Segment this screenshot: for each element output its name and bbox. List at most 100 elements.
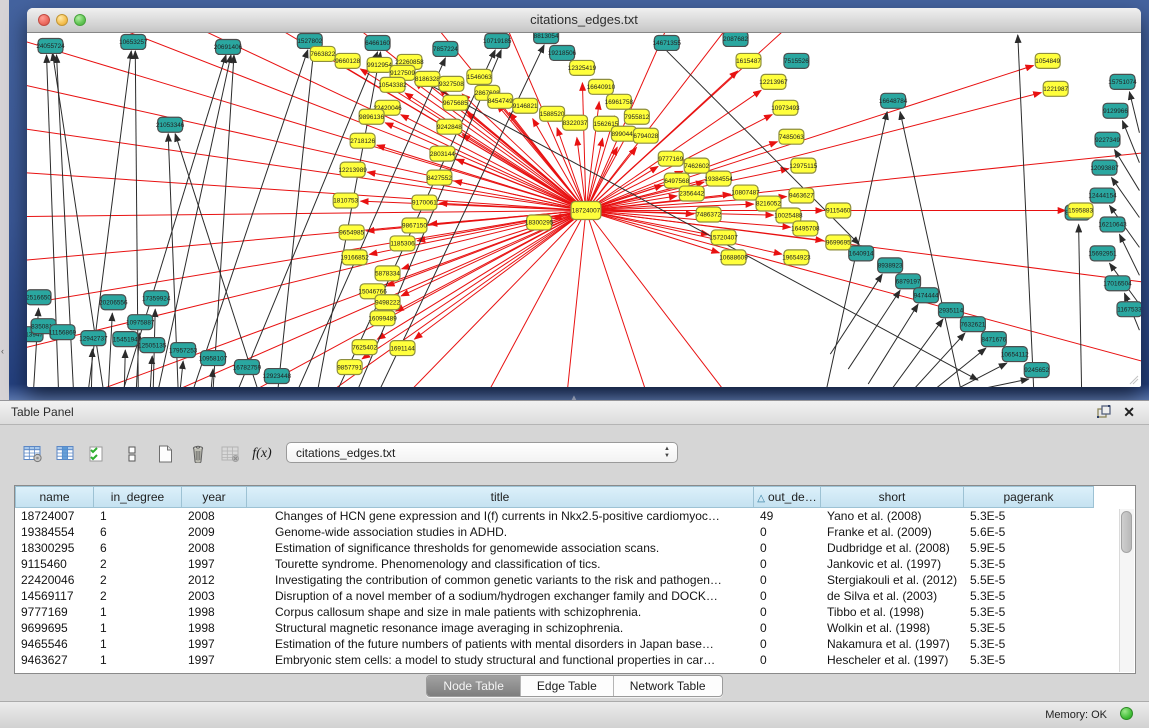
column-header-name[interactable]: name: [15, 486, 94, 508]
network-node[interactable]: 9245652: [1024, 363, 1049, 378]
window-titlebar[interactable]: citations_edges.txt: [27, 8, 1141, 33]
table-cell[interactable]: 0: [754, 604, 821, 620]
table-row[interactable]: 946362711997Embryonic stem cells: a mode…: [15, 652, 1135, 668]
network-node[interactable]: 19166852: [340, 250, 369, 265]
network-node[interactable]: 2718126: [350, 133, 375, 148]
network-node[interactable]: 18300295: [525, 215, 554, 230]
table-selector-dropdown[interactable]: citations_edges.txt ▲▼: [286, 442, 678, 463]
network-node[interactable]: 1615487: [736, 53, 761, 68]
table-cell[interactable]: 18724007: [15, 508, 94, 524]
table-vertical-scrollbar[interactable]: [1119, 509, 1134, 672]
network-node[interactable]: 2803144: [430, 146, 455, 161]
network-node[interactable]: 12444154: [1088, 188, 1117, 203]
table-cell[interactable]: 22420046: [15, 572, 94, 588]
delete-table-icon[interactable]: [218, 442, 244, 466]
network-node[interactable]: 19384554: [704, 171, 733, 186]
network-node[interactable]: 9146821: [513, 98, 538, 113]
table-cell[interactable]: 0: [754, 572, 821, 588]
scrollbar-thumb[interactable]: [1121, 511, 1132, 553]
network-node[interactable]: 17016504: [1103, 276, 1132, 291]
table-cell[interactable]: 2009: [182, 524, 247, 540]
network-node[interactable]: 8938923: [878, 258, 903, 273]
rows-icon[interactable]: [119, 442, 145, 466]
network-node[interactable]: 9115460: [826, 203, 851, 218]
network-node[interactable]: 6794028: [633, 128, 658, 143]
network-node[interactable]: 12325419: [568, 60, 597, 75]
network-node[interactable]: 16210643: [1098, 217, 1127, 232]
network-node[interactable]: 2935114: [938, 303, 963, 318]
row-selection-icon[interactable]: [86, 442, 112, 466]
window-resize-grip[interactable]: [1129, 375, 1139, 385]
tab-edge-table[interactable]: Edge Table: [520, 676, 613, 696]
network-node[interactable]: 15751074: [1108, 74, 1137, 89]
table-row[interactable]: 1938455462009Genome-wide association stu…: [15, 524, 1135, 540]
network-node[interactable]: 12213967: [759, 74, 788, 89]
network-node[interactable]: 1545194: [113, 332, 138, 347]
network-node[interactable]: 12093887: [1090, 160, 1119, 175]
network-node[interactable]: 9242848: [437, 119, 462, 134]
network-node[interactable]: 8186328: [415, 71, 440, 86]
network-node[interactable]: 8813054: [534, 33, 559, 43]
table-cell[interactable]: 1998: [182, 604, 247, 620]
table-cell[interactable]: Estimation of significance thresholds fo…: [247, 540, 754, 556]
table-cell[interactable]: 1997: [182, 652, 247, 668]
table-cell[interactable]: 1: [94, 508, 182, 524]
network-node[interactable]: 7486372: [696, 207, 721, 222]
network-node[interactable]: 12942737: [79, 331, 108, 346]
table-cell[interactable]: 6: [94, 524, 182, 540]
table-cell[interactable]: 2008: [182, 540, 247, 556]
network-node[interactable]: 8471676: [981, 332, 1006, 347]
table-cell[interactable]: 49: [754, 508, 821, 524]
network-node[interactable]: 9896136: [359, 109, 384, 124]
network-node[interactable]: 8454749: [488, 93, 513, 108]
table-row[interactable]: 911546021997Tourette syndrome. Phenomeno…: [15, 556, 1135, 572]
table-cell[interactable]: 0: [754, 588, 821, 604]
network-node[interactable]: 16648784: [879, 93, 908, 108]
network-node[interactable]: 9699695: [826, 235, 851, 250]
network-node[interactable]: 1167533: [1117, 302, 1141, 317]
network-node[interactable]: 16495708: [791, 221, 820, 236]
table-cell[interactable]: 19384554: [15, 524, 94, 540]
column-header-title[interactable]: title: [247, 486, 754, 508]
network-node[interactable]: 1640914: [849, 246, 874, 261]
table-cell[interactable]: 5.3E-5: [964, 620, 1094, 636]
network-node[interactable]: 16961758: [605, 94, 634, 109]
network-canvas[interactable]: 2405572410653257206914061527802646616078…: [27, 33, 1141, 387]
table-cell[interactable]: Tourette syndrome. Phenomenology and cla…: [247, 556, 754, 572]
network-node[interactable]: 18724007: [571, 202, 601, 220]
network-node[interactable]: 2516650: [27, 290, 51, 305]
network-node[interactable]: 2356442: [679, 186, 704, 201]
network-node[interactable]: 10973493: [771, 100, 800, 115]
table-row[interactable]: 1456911722003Disruption of a novel membe…: [15, 588, 1135, 604]
table-cell[interactable]: 0: [754, 556, 821, 572]
table-cell[interactable]: 5.6E-5: [964, 524, 1094, 540]
network-node[interactable]: 19654923: [782, 250, 811, 265]
network-node[interactable]: 1221987: [1043, 81, 1068, 96]
network-node[interactable]: 7462602: [684, 158, 709, 173]
column-header-pagerank[interactable]: pagerank: [964, 486, 1094, 508]
network-node[interactable]: 1691144: [390, 341, 415, 356]
network-node[interactable]: 1054849: [1035, 53, 1060, 68]
network-node[interactable]: 16099489: [368, 311, 397, 326]
table-row[interactable]: 946554611997Estimation of the future num…: [15, 636, 1135, 652]
table-cell[interactable]: 0: [754, 620, 821, 636]
network-node[interactable]: 9129966: [1103, 103, 1128, 118]
float-panel-icon[interactable]: [1097, 405, 1111, 419]
network-node[interactable]: 16640910: [587, 79, 616, 94]
table-cell[interactable]: 9463627: [15, 652, 94, 668]
table-cell[interactable]: 1997: [182, 636, 247, 652]
table-cell[interactable]: Structural magnetic resonance image aver…: [247, 620, 754, 636]
column-header-out_de[interactable]: △out_de…: [754, 486, 821, 508]
table-cell[interactable]: 2: [94, 572, 182, 588]
network-node[interactable]: 21053346: [156, 117, 185, 132]
network-node[interactable]: 7632621: [960, 317, 985, 332]
network-node[interactable]: 9912954: [367, 57, 392, 72]
column-header-short[interactable]: short: [821, 486, 964, 508]
table-cell[interactable]: Disruption of a novel member of a sodium…: [247, 588, 754, 604]
tab-network-table[interactable]: Network Table: [613, 676, 722, 696]
network-node[interactable]: 1588520: [540, 106, 565, 121]
network-node[interactable]: 8322037: [563, 115, 588, 130]
network-node[interactable]: 1810753: [333, 193, 358, 208]
network-node[interactable]: 7625402: [352, 340, 377, 355]
network-node[interactable]: 1546063: [467, 69, 492, 84]
